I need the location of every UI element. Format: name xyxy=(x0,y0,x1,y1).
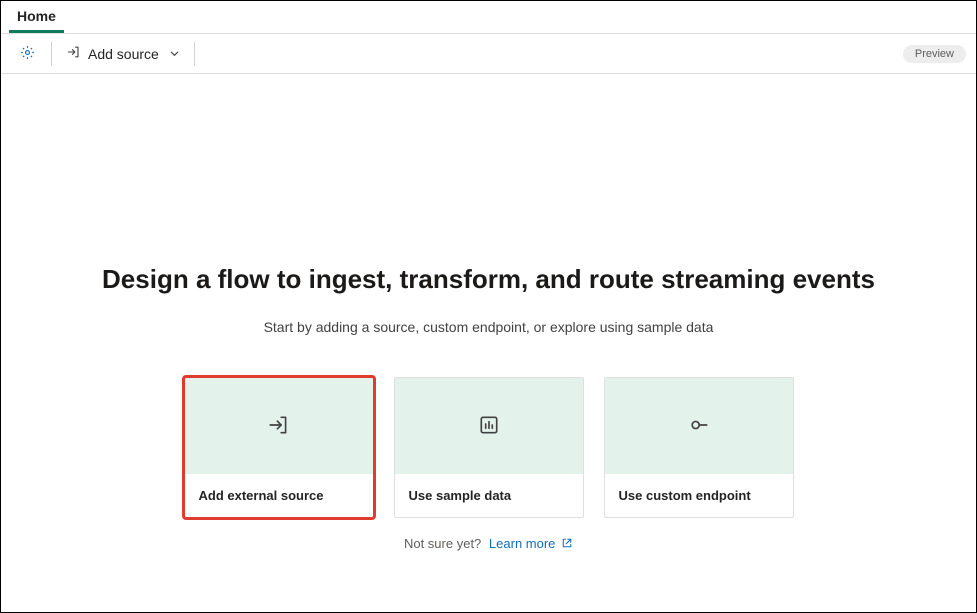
card-icon-zone xyxy=(395,378,583,474)
card-add-external-source[interactable]: Add external source xyxy=(184,377,374,518)
external-link-icon xyxy=(561,537,573,552)
add-source-label: Add source xyxy=(88,46,159,62)
card-use-sample-data[interactable]: Use sample data xyxy=(394,377,584,518)
tab-bar: Home xyxy=(1,1,976,34)
toolbar-separator xyxy=(194,42,195,66)
add-source-button[interactable]: Add source xyxy=(60,38,186,70)
preview-badge: Preview xyxy=(903,45,966,63)
enter-icon xyxy=(66,44,82,63)
settings-button[interactable] xyxy=(11,38,43,70)
card-label: Add external source xyxy=(185,474,373,517)
toolbar-separator xyxy=(51,42,52,66)
gear-icon xyxy=(19,44,36,64)
hero-section: Design a flow to ingest, transform, and … xyxy=(1,74,976,552)
card-label: Use custom endpoint xyxy=(605,474,793,517)
toolbar: Add source Preview xyxy=(1,34,976,74)
chevron-down-icon xyxy=(169,46,180,62)
card-icon-zone xyxy=(185,378,373,474)
endpoint-icon xyxy=(688,414,710,439)
card-row: Add external source Use sample data xyxy=(184,377,794,518)
footer-hint: Not sure yet? Learn more xyxy=(404,536,573,552)
page-title: Design a flow to ingest, transform, and … xyxy=(102,264,875,295)
learn-more-link[interactable]: Learn more xyxy=(489,536,573,551)
page-subtitle: Start by adding a source, custom endpoin… xyxy=(264,319,714,335)
card-label: Use sample data xyxy=(395,474,583,517)
enter-icon xyxy=(268,414,290,439)
card-icon-zone xyxy=(605,378,793,474)
learn-more-label: Learn more xyxy=(489,536,555,551)
tab-home[interactable]: Home xyxy=(9,1,64,33)
not-sure-text: Not sure yet? xyxy=(404,536,481,551)
card-use-custom-endpoint[interactable]: Use custom endpoint xyxy=(604,377,794,518)
bar-chart-icon xyxy=(478,414,500,439)
